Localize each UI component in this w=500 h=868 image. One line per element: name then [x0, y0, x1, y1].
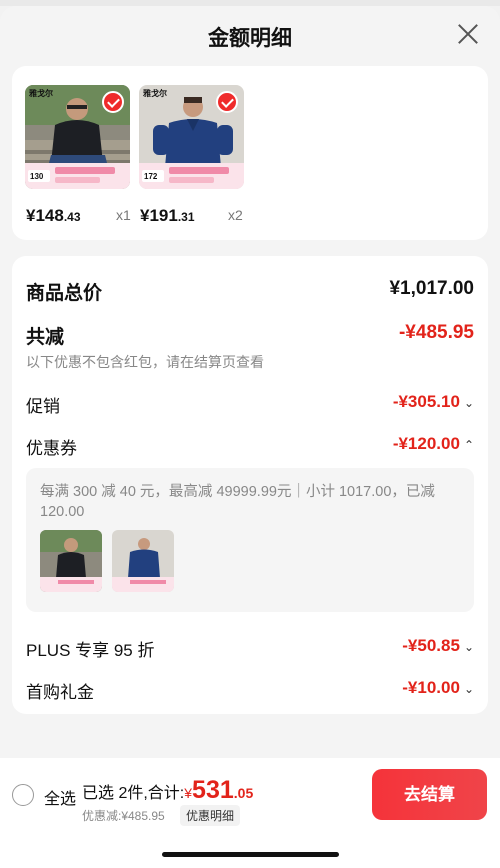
- select-all-radio[interactable]: [12, 784, 34, 806]
- selected-check-icon[interactable]: [216, 91, 238, 113]
- total-reduce-label: 共减: [26, 327, 65, 348]
- product-price-1: ¥148.43: [26, 206, 81, 225]
- product-banner-price-1: 130: [30, 172, 44, 181]
- coupon-detail-text: 每满 300 减 40 元，最高减 49999.99元｜小计 1017.00，已…: [40, 484, 435, 520]
- sheet-header: 金额明细: [0, 6, 500, 62]
- chevron-down-icon: ⌄: [463, 396, 474, 410]
- amount-breakdown-card: 商品总价 ¥1,017.00 共减 -¥485.95 以下优惠不包含红包，请在结…: [12, 256, 488, 714]
- goods-total-value: ¥1,017.00: [389, 278, 474, 299]
- selected-check-icon[interactable]: [102, 91, 124, 113]
- product-brand-2: 雅戈尔: [143, 89, 167, 98]
- sheet-title: 金额明细: [208, 27, 292, 50]
- coupon-product-image-1: [40, 530, 102, 592]
- total-amount-int: 531: [192, 776, 234, 804]
- product-image-2[interactable]: 雅戈尔 172: [139, 85, 244, 189]
- chevron-down-icon: ⌄: [463, 640, 474, 654]
- product-qty-1: x1: [116, 207, 131, 223]
- total-reduce-value: -¥485.95: [398, 322, 474, 343]
- discount-detail-button[interactable]: 优惠明细: [180, 805, 241, 826]
- chevron-up-icon: ⌃: [463, 438, 474, 452]
- plus-discount-value: -¥50.85 ⌄: [402, 636, 474, 655]
- coupon-detail-box: 每满 300 减 40 元，最高减 49999.99元｜小计 1017.00，已…: [26, 468, 474, 612]
- product-brand-1: 雅戈尔: [29, 89, 53, 98]
- coupon-row[interactable]: 优惠券 -¥120.00 ⌃: [26, 434, 474, 460]
- coupon-value: -¥120.00 ⌃: [392, 434, 474, 453]
- product-price-2: ¥191.31: [140, 206, 195, 225]
- plus-discount-row[interactable]: PLUS 专享 95 折 -¥50.85 ⌄: [26, 636, 474, 662]
- plus-discount-label: PLUS 专享 95 折: [26, 641, 155, 660]
- product-banner-price-2: 172: [144, 172, 158, 181]
- discount-summary: 优惠减:¥485.95: [82, 809, 165, 823]
- promo-row[interactable]: 促销 -¥305.10 ⌄: [26, 392, 474, 418]
- total-reduce-row: 共减 -¥485.95: [26, 322, 474, 348]
- product-image-1[interactable]: 雅戈尔 130: [25, 85, 130, 189]
- amount-detail-sheet: 金额明细 雅戈尔 130 ¥148.43 x1 雅戈尔 172 ¥191.31 …: [0, 6, 500, 868]
- coupon-label: 优惠券: [26, 439, 77, 458]
- product-qty-2: x2: [228, 207, 243, 223]
- goods-total-label: 商品总价: [26, 283, 103, 304]
- checkout-bar: 全选 已选 2件,合计:¥531.05 优惠减:¥485.95 优惠明细 去结算: [0, 758, 500, 868]
- coupon-product-image-2: [112, 530, 174, 592]
- discount-note: 以下优惠不包含红包，请在结算页查看: [26, 354, 264, 370]
- order-summary: 已选 2件,合计:¥531.05: [82, 776, 253, 805]
- close-icon[interactable]: [456, 22, 480, 46]
- goods-total-row: 商品总价 ¥1,017.00: [26, 278, 474, 304]
- first-purchase-value: -¥10.00 ⌄: [402, 678, 474, 697]
- currency-symbol: ¥: [184, 785, 193, 801]
- total-amount-dec: .05: [233, 785, 254, 801]
- checkout-button[interactable]: 去结算: [372, 769, 487, 820]
- promo-value: -¥305.10 ⌄: [392, 392, 474, 411]
- promo-label: 促销: [26, 397, 60, 416]
- first-purchase-label: 首购礼金: [26, 683, 94, 702]
- product-card: 雅戈尔 130 ¥148.43 x1 雅戈尔 172 ¥191.31 x2: [12, 66, 488, 240]
- chevron-down-icon: ⌄: [463, 682, 474, 696]
- home-indicator: [162, 852, 339, 857]
- summary-prefix: 已选 2件,合计:: [82, 785, 185, 802]
- first-purchase-row[interactable]: 首购礼金 -¥10.00 ⌄: [26, 678, 474, 704]
- select-all-label[interactable]: 全选: [44, 785, 76, 809]
